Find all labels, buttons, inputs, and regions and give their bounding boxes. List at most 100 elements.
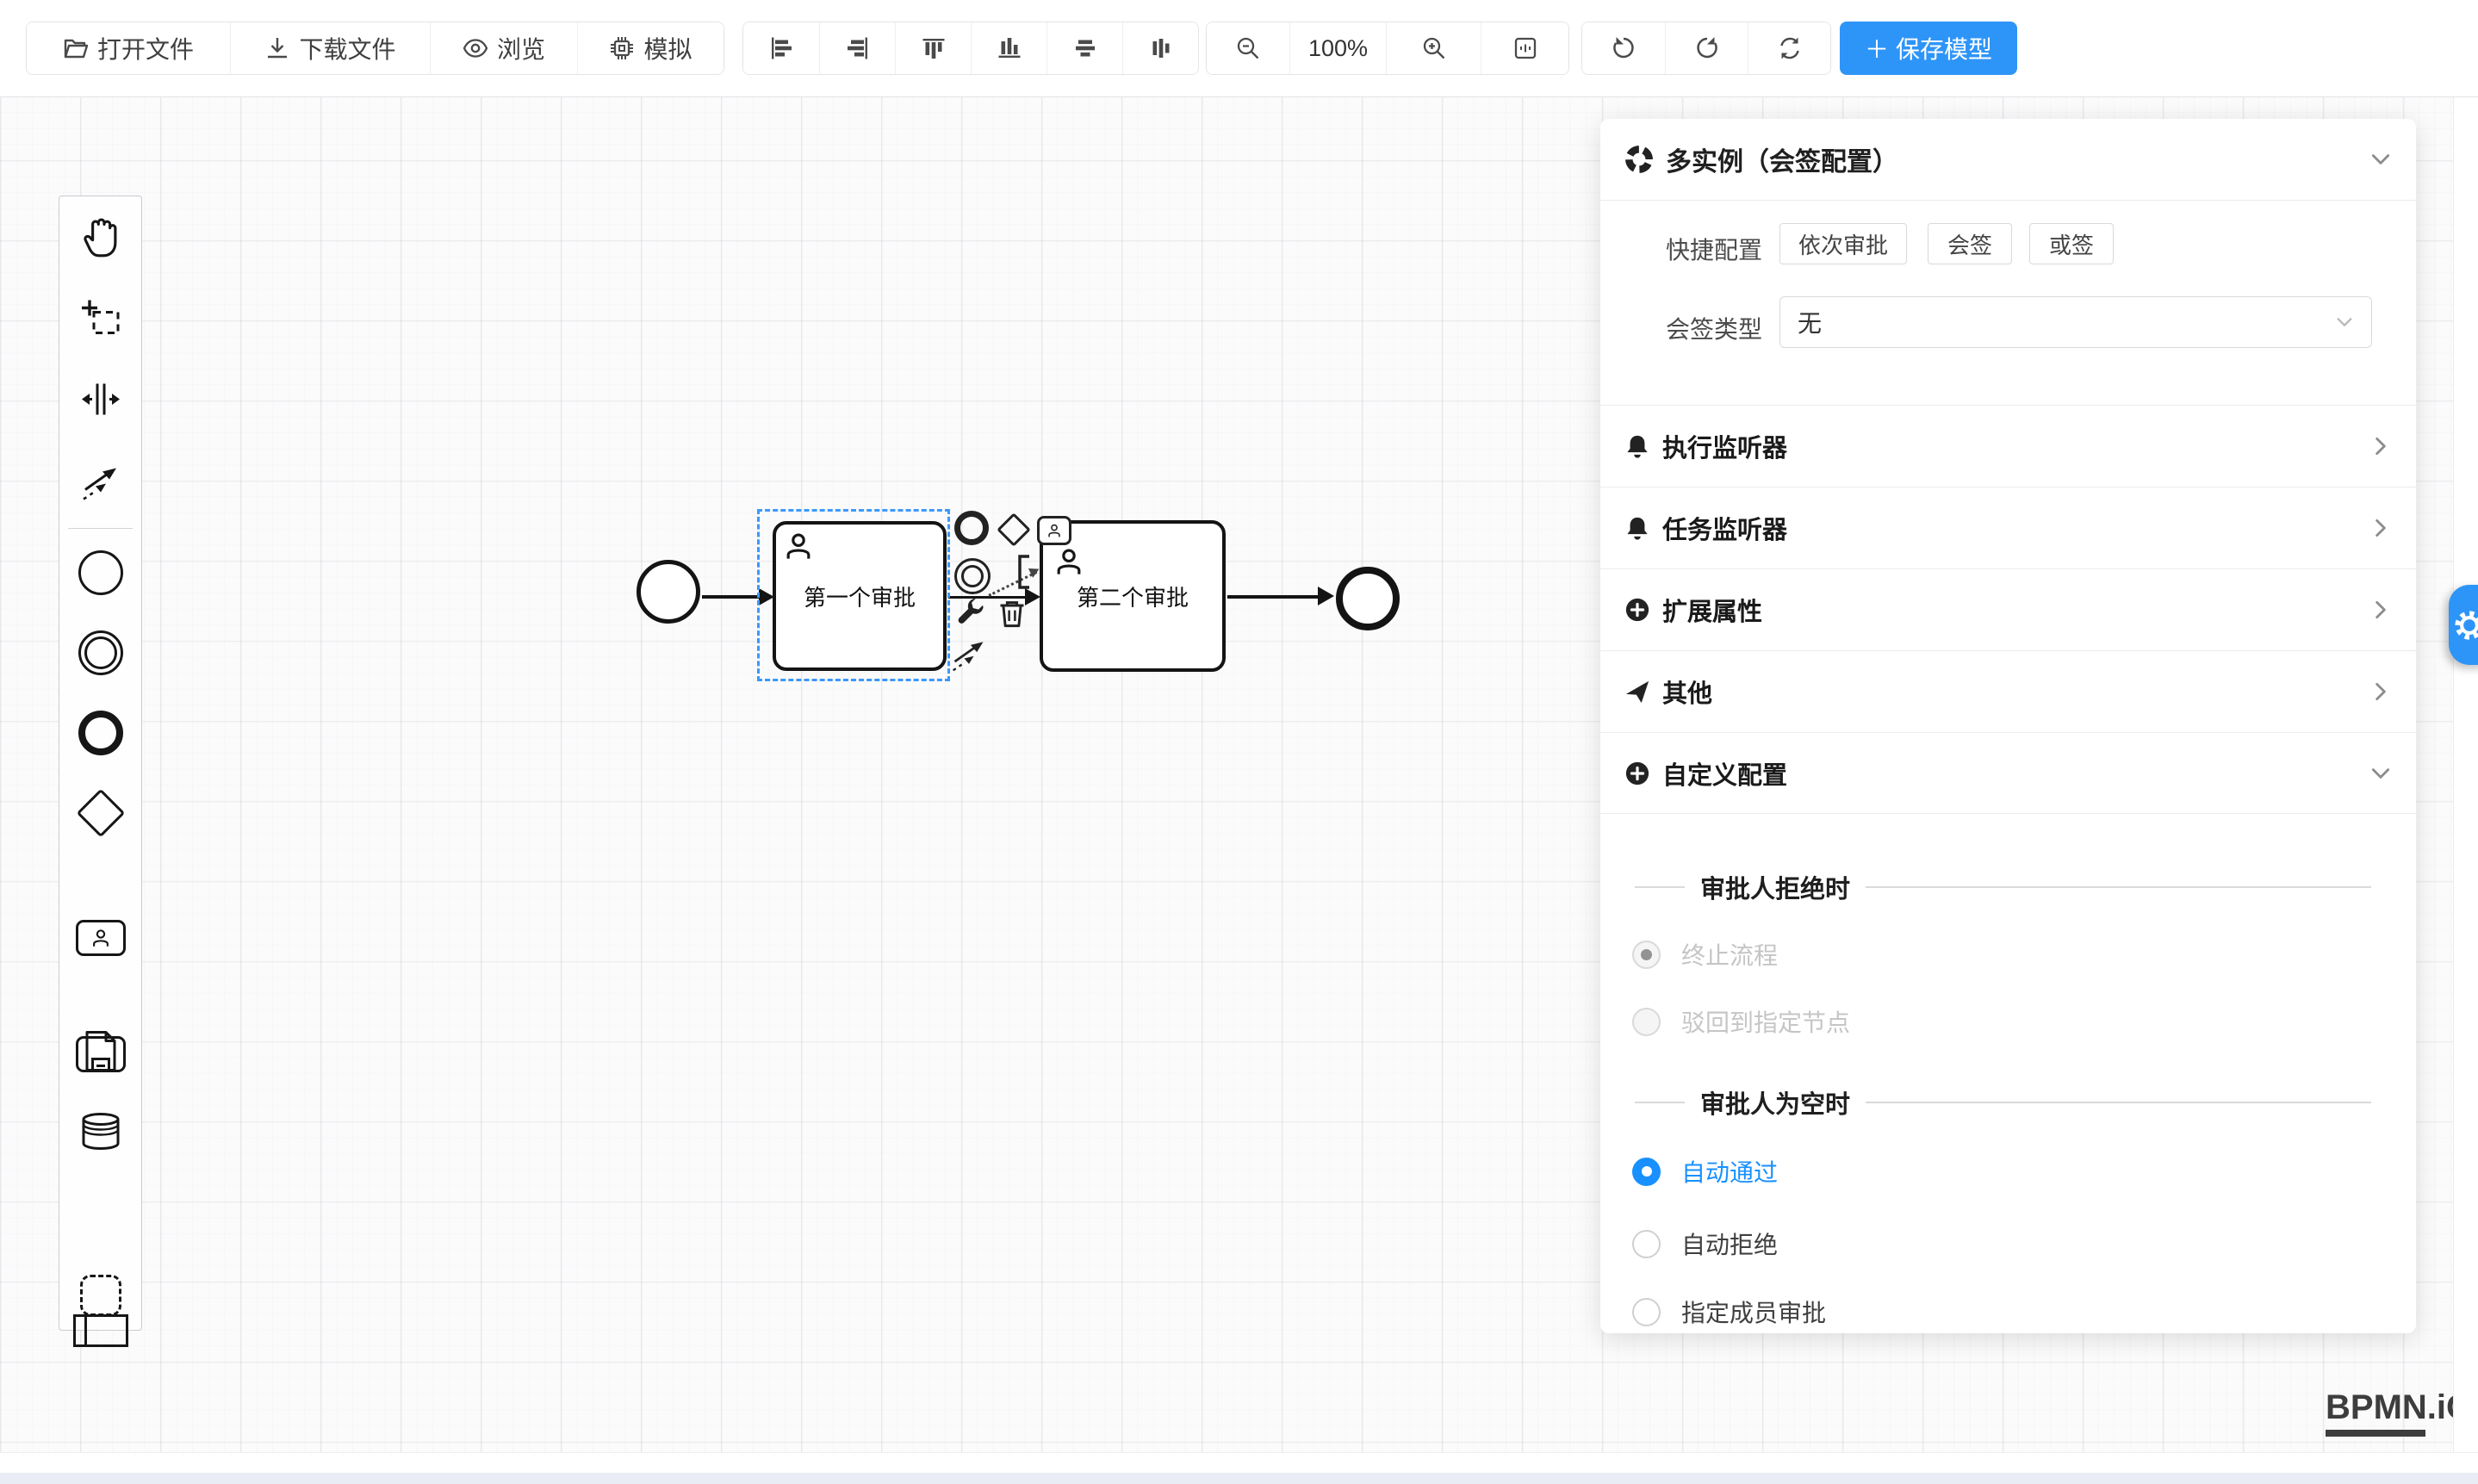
zoom-level: 100% <box>1289 22 1386 74</box>
sign-type-label: 会签类型 <box>1600 311 1762 345</box>
align-center-horizontal-button[interactable] <box>1046 22 1122 74</box>
create-gateway[interactable] <box>76 789 125 838</box>
lasso-tool[interactable] <box>80 299 121 345</box>
trash-icon[interactable] <box>997 598 1028 633</box>
chip-icon <box>609 35 635 61</box>
section-execution-listener[interactable]: 执行监听器 <box>1600 405 2416 487</box>
align-center-vertical-icon <box>1149 36 1173 60</box>
section-custom-config[interactable]: 自定义配置 <box>1600 732 2416 814</box>
redo-button[interactable] <box>1665 22 1748 74</box>
bpmn-modeler-app: 第一个审批 第二个审批 <box>0 0 2478 1484</box>
vertical-scrollbar-track[interactable] <box>2453 97 2478 1452</box>
circle-plus-icon <box>1624 761 1650 786</box>
chevron-down-icon <box>2335 313 2354 332</box>
chevron-right-icon <box>2369 435 2392 457</box>
create-intermediate-event[interactable] <box>78 630 123 675</box>
gear-icon <box>2453 609 2478 642</box>
create-data-store[interactable] <box>80 1113 121 1155</box>
horizontal-scrollbar-track[interactable] <box>0 1452 2478 1473</box>
zoom-out-button[interactable] <box>1207 22 1289 74</box>
save-model-button[interactable]: ＋ 保存模型 <box>1840 22 2017 75</box>
sequence-flow-3[interactable] <box>1227 595 1322 599</box>
open-file-button[interactable]: 打开文件 <box>27 22 230 74</box>
space-tool[interactable] <box>80 379 121 425</box>
align-left-button[interactable] <box>743 22 819 74</box>
radio-circle[interactable] <box>1632 1008 1661 1036</box>
chevron-down-icon[interactable] <box>2369 148 2392 171</box>
create-data-object[interactable] <box>84 1031 118 1077</box>
zoom-out-icon <box>1235 35 1261 61</box>
sign-type-value: 无 <box>1798 305 2335 339</box>
radio-terminate-process[interactable]: 终止流程 <box>1632 934 1778 974</box>
radio-auto-pass[interactable]: 自动通过 <box>1632 1152 1778 1191</box>
panel-header[interactable]: 多实例（会签配置） <box>1600 119 2416 201</box>
plus-icon: ＋ <box>1865 31 1889 65</box>
folder-open-icon <box>63 35 89 61</box>
fit-viewport-button[interactable] <box>1481 22 1568 74</box>
restart-button[interactable] <box>1748 22 1830 74</box>
append-end-event-icon[interactable] <box>954 511 989 545</box>
simulate-button[interactable]: 模拟 <box>577 22 724 74</box>
create-end-event[interactable] <box>78 711 123 755</box>
eye-icon <box>463 35 488 61</box>
bpmn-io-logo[interactable]: BPMN.iO <box>2326 1388 2473 1437</box>
preview-button[interactable]: 浏览 <box>430 22 577 74</box>
radio-return-to-node[interactable]: 驳回到指定节点 <box>1632 1002 1850 1041</box>
align-top-button[interactable] <box>895 22 971 74</box>
create-participant[interactable] <box>73 1314 128 1347</box>
hand-tool[interactable] <box>79 216 122 264</box>
create-group[interactable] <box>80 1275 121 1316</box>
align-right-icon <box>846 36 870 60</box>
undo-button[interactable] <box>1582 22 1665 74</box>
chevron-right-icon <box>2369 599 2392 621</box>
section-task-listener[interactable]: 任务监听器 <box>1600 487 2416 568</box>
sequence-flow-1[interactable] <box>702 595 762 599</box>
align-top-icon <box>922 36 946 60</box>
chevron-down-icon <box>2369 762 2392 785</box>
download-file-button[interactable]: 下载文件 <box>230 22 430 74</box>
empty-group-header: 审批人为空时 <box>1635 1081 2371 1124</box>
start-event-node[interactable] <box>637 560 700 624</box>
file-button-group: 打开文件 下载文件 浏览 模拟 <box>26 22 724 75</box>
radio-circle[interactable] <box>1632 941 1661 969</box>
global-connect-tool[interactable] <box>80 461 121 506</box>
user-icon-ghost <box>1053 546 1084 583</box>
append-text-annotation-icon[interactable] <box>1017 555 1031 593</box>
properties-panel: 多实例（会签配置） 快捷配置 依次审批 会签 或签 会签类型 无 执行监听器 任… <box>1600 119 2416 1333</box>
append-intermediate-event-icon[interactable] <box>954 558 991 594</box>
user-icon <box>90 928 111 948</box>
append-user-task-icon[interactable] <box>1037 516 1071 545</box>
wrench-icon[interactable] <box>955 597 986 632</box>
radio-circle[interactable] <box>1632 1158 1661 1186</box>
bell-icon <box>1624 433 1650 459</box>
radio-auto-reject[interactable]: 自动拒绝 <box>1632 1224 1778 1264</box>
section-extended-properties[interactable]: 扩展属性 <box>1600 568 2416 650</box>
connect-tool-icon[interactable] <box>950 635 988 677</box>
restart-icon <box>1777 35 1803 61</box>
undo-icon <box>1611 35 1636 61</box>
align-bottom-button[interactable] <box>971 22 1046 74</box>
panel-title: 多实例（会签配置） <box>1666 140 1898 178</box>
sign-type-select[interactable]: 无 <box>1779 296 2372 348</box>
quick-option-sequential-button[interactable]: 依次审批 <box>1779 223 1907 264</box>
end-event-node[interactable] <box>1336 567 1400 630</box>
settings-tab[interactable] <box>2449 585 2478 665</box>
section-other[interactable]: 其他 <box>1600 650 2416 732</box>
radio-circle[interactable] <box>1632 1230 1661 1258</box>
quick-option-orsign-button[interactable]: 或签 <box>2029 223 2114 264</box>
sequence-flow-3-arrowhead <box>1318 587 1334 605</box>
send-icon <box>1624 679 1650 705</box>
create-user-task[interactable] <box>76 920 126 956</box>
align-center-vertical-button[interactable] <box>1122 22 1198 74</box>
zoom-in-button[interactable] <box>1386 22 1481 74</box>
bell-icon <box>1624 515 1650 541</box>
quick-option-countersign-button[interactable]: 会签 <box>1928 223 2012 264</box>
create-start-event[interactable] <box>78 550 123 595</box>
palette-separator <box>68 528 133 529</box>
radio-designated-member[interactable]: 指定成员审批 <box>1632 1292 1826 1332</box>
bpmn-palette <box>59 196 142 1331</box>
align-right-button[interactable] <box>819 22 895 74</box>
redo-icon <box>1694 35 1720 61</box>
bpmn-io-logo-text: BPMN.iO <box>2326 1388 2473 1427</box>
radio-circle[interactable] <box>1632 1298 1661 1326</box>
